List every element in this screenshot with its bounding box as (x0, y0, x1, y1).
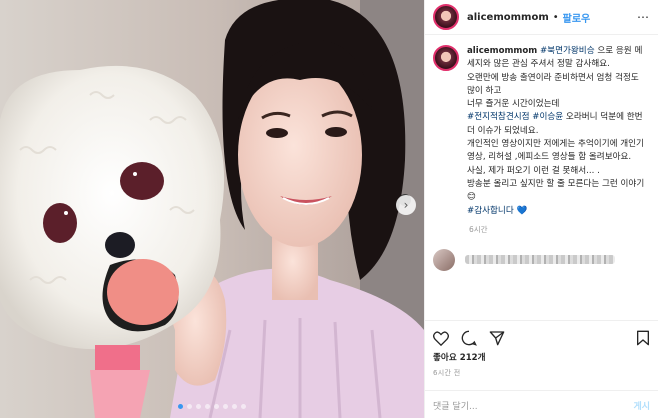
caption-line: 방송분 올리고 싶지만 할 줄 모른다는 그런 이야기 😊 (467, 178, 645, 203)
post-media[interactable]: › (0, 0, 424, 418)
carousel-dot (232, 404, 237, 409)
carousel-dot (241, 404, 246, 409)
share-icon[interactable] (489, 330, 505, 346)
post-photo (0, 0, 424, 418)
header-username[interactable]: alicemommom (467, 12, 549, 23)
hashtag-link[interactable]: #북면가왕비승 (540, 46, 595, 56)
instagram-post: › alicemommom • 팔로우 ⋯ alicemommom #북면가왕비… (0, 0, 658, 418)
post-date: 6시간 전 (433, 369, 461, 377)
follow-button[interactable]: 팔로우 (563, 10, 591, 25)
carousel-dot (223, 404, 228, 409)
likes-count[interactable]: 좋아요 212개 (433, 351, 650, 363)
carousel-dot (214, 404, 219, 409)
bookmark-icon[interactable] (636, 330, 650, 346)
carousel-dots (178, 404, 246, 409)
chevron-right-icon: › (403, 198, 409, 212)
separator-dot: • (552, 11, 559, 23)
caption-text: alicemommom #북면가왕비승 으로 응원 메세지와 많은 관심 주셔서… (467, 45, 647, 218)
comment-row (425, 235, 658, 271)
caption-time: 6시간 (469, 224, 488, 234)
action-bar: 좋아요 212개 6시간 전 (425, 320, 658, 378)
carousel-dot (196, 404, 201, 409)
ellipsis-icon[interactable]: ⋯ (637, 10, 650, 24)
hashtag-link[interactable]: #이승윤 (532, 112, 563, 122)
hashtag-link[interactable]: #감사합니다 (467, 206, 514, 216)
profile-avatar[interactable] (433, 4, 459, 30)
caption-line: 오랜만에 방송 출연이라 준비하면서 엄청 걱정도 많이 하고 (467, 72, 639, 96)
caption-username[interactable]: alicemommom (467, 46, 537, 56)
post-comment-button[interactable]: 게시 (633, 399, 650, 412)
post-header: alicemommom • 팔로우 ⋯ (425, 0, 658, 35)
carousel-dot (205, 404, 210, 409)
caption-avatar[interactable] (433, 45, 459, 71)
add-comment-bar: 댓글 달기... 게시 (425, 390, 658, 419)
carousel-dot (187, 404, 192, 409)
carousel-dot (178, 404, 183, 409)
commenter-avatar[interactable] (433, 248, 455, 271)
caption-line: 사실, 제가 퍼오기 이런 걸 못해서... . (467, 165, 600, 176)
heart-icon[interactable] (433, 330, 449, 346)
caption-line: 너무 즐거운 시간이었는데 (467, 99, 560, 110)
blurred-comment (465, 255, 615, 265)
blue-heart-emoji: 💙 (516, 205, 528, 216)
carousel-next-button[interactable]: › (396, 195, 416, 215)
comment-icon[interactable] (461, 330, 477, 346)
add-comment-input[interactable]: 댓글 달기... (433, 399, 478, 412)
caption: alicemommom #북면가왕비승 으로 응원 메세지와 많은 관심 주셔서… (425, 35, 658, 218)
post-sidebar: alicemommom • 팔로우 ⋯ alicemommom #북면가왕비승 … (424, 0, 658, 418)
caption-line: 개인적인 영상이지만 저에게는 추억이기에 개인기 영상, 리허설 ,에피소드 … (467, 139, 644, 163)
hashtag-link[interactable]: #전지적참견시점 (467, 112, 530, 122)
